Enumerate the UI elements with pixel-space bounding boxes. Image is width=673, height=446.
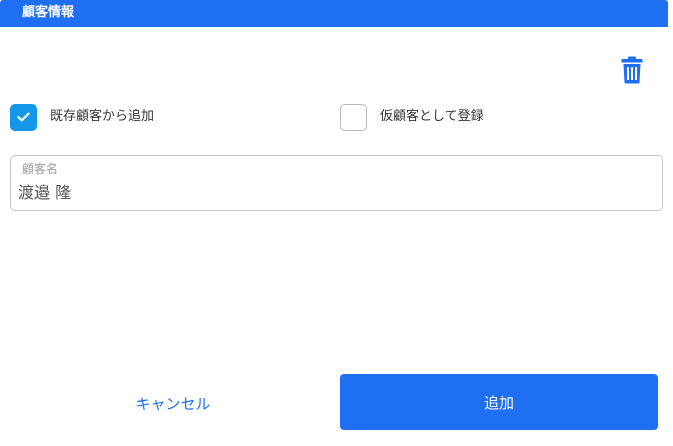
delete-button[interactable] [621, 56, 643, 84]
dialog-title: 顧客情報 [22, 5, 75, 20]
cancel-button[interactable]: キャンセル [10, 376, 336, 431]
temporary-customer-checkbox[interactable] [340, 103, 367, 131]
customer-name-label: 顧客名 [22, 162, 59, 176]
existing-customer-checkbox[interactable] [10, 103, 37, 131]
existing-customer-option[interactable]: 既存顧客から追加 [10, 103, 154, 131]
customer-name-input[interactable] [18, 183, 648, 203]
trash-icon [621, 56, 643, 84]
customer-info-dialog: 顧客情報 既存顧客から追加 仮顧客として登録 顧客名 キャンセル 追加 [0, 0, 673, 446]
add-button[interactable]: 追加 [340, 374, 658, 430]
checkmark-icon [17, 112, 30, 122]
temporary-customer-option[interactable]: 仮顧客として登録 [340, 103, 484, 131]
temporary-customer-label: 仮顧客として登録 [380, 109, 484, 124]
customer-name-field[interactable]: 顧客名 [10, 155, 663, 211]
existing-customer-label: 既存顧客から追加 [50, 109, 155, 124]
dialog-header: 顧客情報 [0, 0, 668, 27]
